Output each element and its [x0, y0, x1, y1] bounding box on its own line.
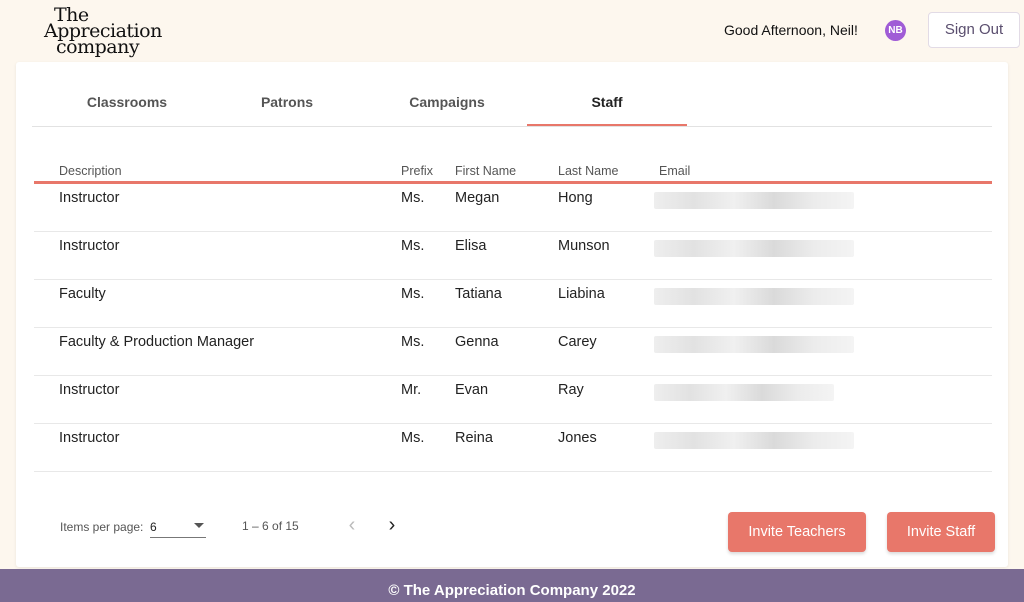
tab-patrons[interactable]: Patrons	[207, 94, 367, 110]
cell-last-name: Munson	[558, 238, 610, 254]
footer-copyright: © The Appreciation Company 2022	[0, 569, 1024, 602]
cell-email-redacted	[654, 192, 854, 209]
cell-email-redacted	[654, 432, 854, 449]
column-header-first-name[interactable]: First Name	[455, 164, 516, 178]
cell-last-name: Ray	[558, 382, 584, 398]
greeting-text: Good Afternoon, Neil!	[724, 22, 858, 38]
column-header-email[interactable]: Email	[659, 164, 690, 178]
column-header-last-name[interactable]: Last Name	[558, 164, 618, 178]
cell-last-name: Hong	[558, 190, 593, 206]
cell-description: Faculty	[59, 286, 106, 302]
logo-line-3: company	[56, 36, 140, 58]
table-row[interactable]: Instructor Mr. Evan Ray	[34, 376, 992, 424]
table-row[interactable]: Instructor Ms. Megan Hong	[34, 184, 992, 232]
items-per-page-select[interactable]: 6	[150, 512, 206, 538]
company-logo[interactable]: The Appreciation company	[44, 4, 168, 58]
column-header-description[interactable]: Description	[59, 164, 122, 178]
column-header-prefix[interactable]: Prefix	[401, 164, 433, 178]
items-per-page-value: 6	[150, 520, 157, 534]
cell-prefix: Ms.	[401, 238, 425, 254]
table-header: Description Prefix First Name Last Name …	[34, 158, 992, 184]
avatar[interactable]: NB	[885, 20, 906, 41]
cell-first-name: Genna	[455, 334, 499, 350]
cell-email-redacted	[654, 336, 854, 353]
main-card: Classrooms Patrons Campaigns Staff Descr…	[16, 62, 1008, 567]
cell-prefix: Mr.	[401, 382, 422, 398]
cell-first-name: Elisa	[455, 238, 487, 254]
cell-description: Instructor	[59, 238, 120, 254]
cell-description: Instructor	[59, 430, 120, 446]
table-row[interactable]: Faculty & Production Manager Ms. Genna C…	[34, 328, 992, 376]
cell-prefix: Ms.	[401, 190, 425, 206]
cell-last-name: Carey	[558, 334, 597, 350]
tab-classrooms[interactable]: Classrooms	[47, 94, 207, 110]
table-row[interactable]: Instructor Ms. Reina Jones	[34, 424, 992, 472]
cell-last-name: Liabina	[558, 286, 605, 302]
sign-out-button[interactable]: Sign Out	[928, 12, 1020, 48]
invite-staff-button[interactable]: Invite Staff	[887, 512, 995, 552]
cell-last-name: Jones	[558, 430, 597, 446]
previous-page-button[interactable]: ‹	[342, 514, 362, 537]
tab-bar: Classrooms Patrons Campaigns Staff	[32, 84, 992, 127]
cell-prefix: Ms.	[401, 286, 425, 302]
tab-staff[interactable]: Staff	[527, 94, 687, 110]
table-row[interactable]: Faculty Ms. Tatiana Liabina	[34, 280, 992, 328]
cell-prefix: Ms.	[401, 430, 425, 446]
cell-first-name: Tatiana	[455, 286, 502, 302]
cell-description: Faculty & Production Manager	[59, 334, 255, 350]
next-page-button[interactable]: ›	[382, 514, 402, 537]
cell-prefix: Ms.	[401, 334, 425, 350]
cell-first-name: Megan	[455, 190, 500, 206]
cell-email-redacted	[654, 288, 854, 305]
cell-email-redacted	[654, 240, 854, 257]
table-row[interactable]: Instructor Ms. Elisa Munson	[34, 232, 992, 280]
caret-down-icon	[194, 523, 204, 528]
cell-email-redacted	[654, 384, 834, 401]
cell-description: Instructor	[59, 190, 120, 206]
items-per-page-label: Items per page:	[60, 520, 144, 534]
cell-description: Instructor	[59, 382, 120, 398]
invite-teachers-button[interactable]: Invite Teachers	[728, 512, 866, 552]
page-range-label: 1 – 6 of 15	[242, 519, 299, 533]
app-header: The Appreciation company Good Afternoon,…	[0, 0, 1024, 62]
cell-first-name: Evan	[455, 382, 489, 398]
cell-first-name: Reina	[455, 430, 493, 446]
active-tab-indicator	[527, 124, 687, 126]
tab-campaigns[interactable]: Campaigns	[367, 94, 527, 110]
